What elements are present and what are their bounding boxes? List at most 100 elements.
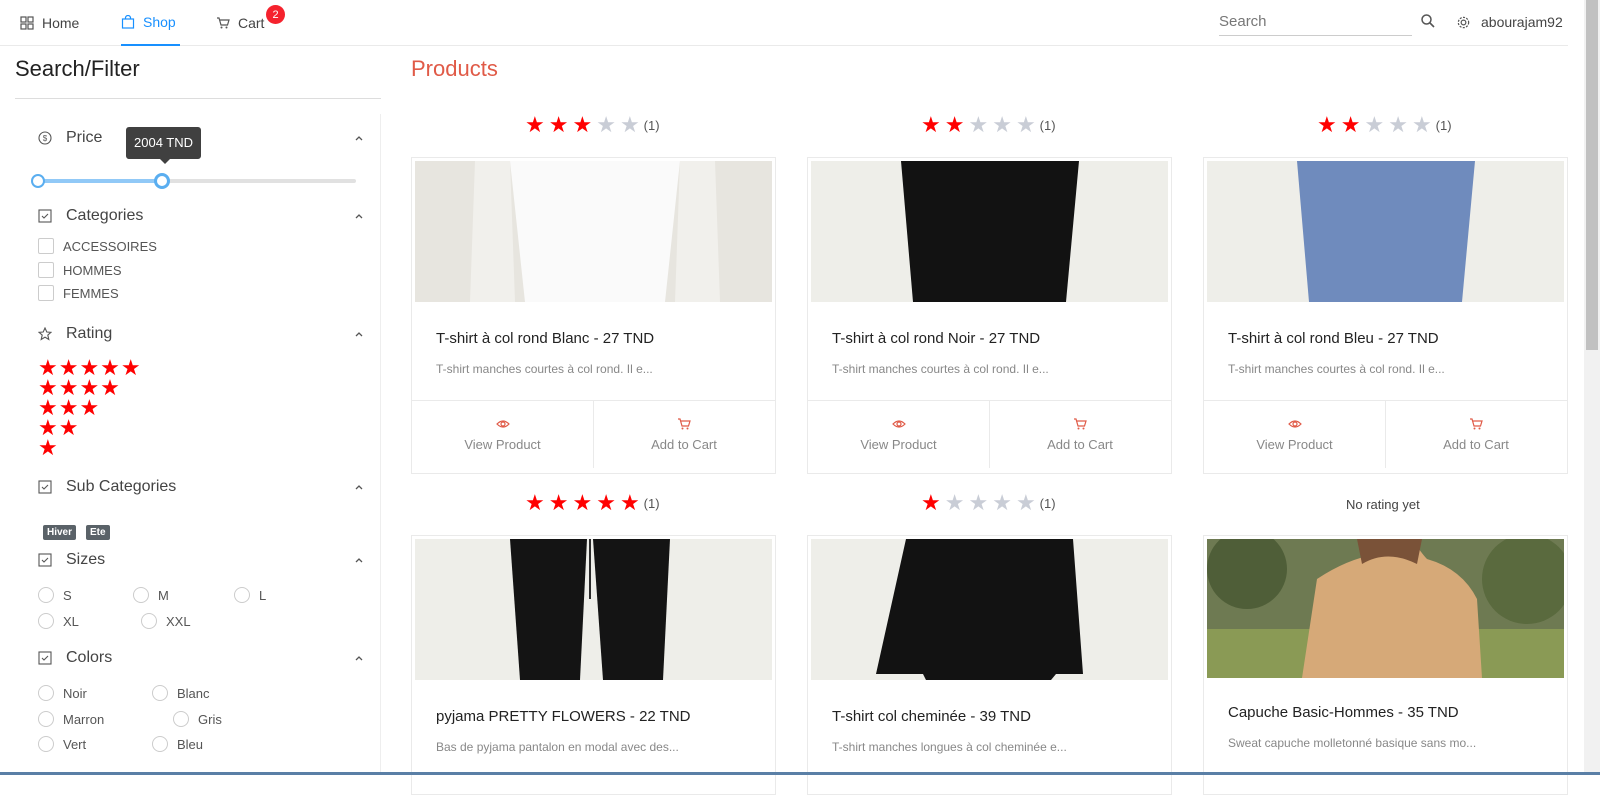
product-title[interactable]: Capuche Basic-Hommes - 35 TND: [1228, 704, 1459, 721]
add-to-cart-label: Add to Cart: [1443, 437, 1509, 452]
section-rating-label: Rating: [66, 325, 113, 342]
radio[interactable]: [38, 587, 54, 603]
nav-cart[interactable]: Cart 2: [216, 0, 286, 46]
radio[interactable]: [152, 736, 168, 752]
star-filled-icon: ★: [596, 490, 616, 515]
chevron-up-icon: [355, 332, 363, 337]
radio[interactable]: [38, 685, 54, 701]
star-empty-icon: ★: [1364, 112, 1385, 137]
color-radio-blanc[interactable]: Blanc: [152, 685, 210, 701]
product-image-black-pants[interactable]: [415, 539, 772, 680]
radio[interactable]: [141, 613, 157, 629]
star-filled-icon: ★: [525, 112, 545, 137]
radio[interactable]: [38, 711, 54, 727]
product-title[interactable]: T-shirt col cheminée - 39 TND: [832, 708, 1031, 725]
radio[interactable]: [38, 736, 54, 752]
color-label: Vert: [63, 736, 87, 752]
nav-shop[interactable]: Shop: [121, 0, 180, 46]
view-product-button[interactable]: View Product: [412, 401, 593, 468]
size-radio-xl[interactable]: XL: [38, 613, 79, 629]
section-sizes-header[interactable]: Sizes: [38, 551, 364, 569]
search-input[interactable]: [1219, 8, 1412, 35]
color-radio-vert[interactable]: Vert: [38, 736, 86, 752]
size-radio-s[interactable]: S: [38, 587, 72, 603]
view-product-button[interactable]: View Product: [808, 401, 989, 468]
product-title[interactable]: T-shirt à col rond Bleu - 27 TND: [1228, 330, 1439, 347]
checkbox[interactable]: [38, 238, 54, 254]
category-checkbox-femmes[interactable]: FEMMES: [38, 285, 119, 301]
radio[interactable]: [234, 587, 250, 603]
product-card: T-shirt à col rond Blanc - 27 TND T-shir…: [411, 157, 776, 474]
radio[interactable]: [152, 685, 168, 701]
radio[interactable]: [173, 711, 189, 727]
rating-count: (1): [1039, 495, 1056, 511]
add-to-cart-button[interactable]: Add to Cart: [593, 401, 774, 468]
price-slider[interactable]: [31, 173, 356, 189]
size-radio-l[interactable]: L: [234, 587, 266, 603]
rating-filter-1[interactable]: ★: [38, 437, 59, 459]
add-to-cart-button[interactable]: Add to Cart: [1385, 401, 1566, 468]
product-image-beige-hoodie[interactable]: [1207, 539, 1564, 678]
size-radio-xxl[interactable]: XXL: [141, 613, 191, 629]
size-radio-m[interactable]: M: [133, 587, 169, 603]
product-image-white-tshirt[interactable]: [415, 161, 772, 302]
rating-count: (1): [1435, 117, 1452, 133]
subcategory-tag-hiver[interactable]: Hiver: [43, 525, 77, 540]
color-radio-gris[interactable]: Gris: [173, 711, 222, 727]
radio[interactable]: [133, 587, 149, 603]
color-radio-noir[interactable]: Noir: [38, 685, 87, 701]
section-sizes-label: Sizes: [66, 551, 106, 568]
product-description: T-shirt manches courtes à col rond. Il e…: [436, 362, 653, 376]
color-radio-bleu[interactable]: Bleu: [152, 736, 203, 752]
color-label: Noir: [63, 685, 87, 701]
radio[interactable]: [38, 613, 54, 629]
category-checkbox-hommes[interactable]: HOMMES: [38, 262, 122, 278]
add-to-cart-button[interactable]: Add to Cart: [989, 401, 1170, 468]
price-slider-max-handle[interactable]: [154, 173, 171, 189]
product-title[interactable]: T-shirt à col rond Noir - 27 TND: [832, 330, 1040, 347]
view-product-button[interactable]: View Product: [1204, 401, 1385, 468]
user-menu[interactable]: abourajam92: [1456, 0, 1563, 44]
star-outline-icon: [38, 327, 52, 341]
product-image-black-longsleeve[interactable]: [811, 539, 1168, 680]
color-radio-marron[interactable]: Marron: [38, 711, 104, 727]
category-checkbox-accessoires[interactable]: ACCESSOIRES: [38, 238, 157, 254]
product-image-blue-tshirt[interactable]: [1207, 161, 1564, 302]
color-label: Marron: [63, 711, 105, 727]
star-empty-icon: ★: [968, 490, 989, 515]
filter-sidebar: Search/Filter $ Price 2004 TND Categorie…: [0, 46, 382, 775]
username: abourajam92: [1481, 14, 1563, 30]
page-scrollbar[interactable]: [1584, 0, 1600, 775]
section-colors-label: Colors: [66, 649, 113, 666]
color-label: Gris: [198, 711, 222, 727]
view-product-label: View Product: [1256, 437, 1333, 452]
search-icon[interactable]: [1420, 13, 1436, 29]
price-tooltip: 2004 TND: [126, 127, 202, 164]
section-categories-label: Categories: [66, 207, 144, 224]
section-subcategories-label: Sub Categories: [66, 478, 177, 495]
top-navbar: Home Shop Cart 2 abourajam92: [0, 0, 1568, 46]
size-label: L: [259, 587, 267, 603]
eye-icon: [891, 420, 906, 428]
scrollbar-thumb[interactable]: [1586, 0, 1598, 350]
product-image-black-tshirt[interactable]: [811, 161, 1168, 302]
product-title[interactable]: T-shirt à col rond Blanc - 27 TND: [436, 330, 654, 347]
checkbox[interactable]: [38, 262, 54, 278]
section-subcategories-header[interactable]: Sub Categories: [38, 478, 364, 496]
star-empty-icon: ★: [619, 112, 640, 137]
subcategory-tag-ete[interactable]: Ete: [86, 525, 110, 540]
product-title[interactable]: pyjama PRETTY FLOWERS - 22 TND: [436, 708, 691, 725]
price-slider-min-handle[interactable]: [31, 174, 45, 188]
no-rating-text: No rating yet: [1346, 497, 1420, 512]
section-rating-header[interactable]: Rating: [38, 325, 364, 343]
chevron-up-icon: [355, 656, 363, 661]
checkbox[interactable]: [38, 285, 54, 301]
chevron-up-icon: [355, 485, 363, 490]
section-categories-header[interactable]: Categories: [38, 207, 364, 225]
svg-text:$: $: [43, 134, 48, 143]
price-slider-fill: [38, 179, 163, 183]
section-colors-header[interactable]: Colors: [38, 649, 364, 667]
product-rating: ★ ★ ★ ★ ★ (1): [525, 112, 660, 137]
nav-home[interactable]: Home: [20, 0, 79, 46]
star-empty-icon: ★: [968, 112, 989, 137]
